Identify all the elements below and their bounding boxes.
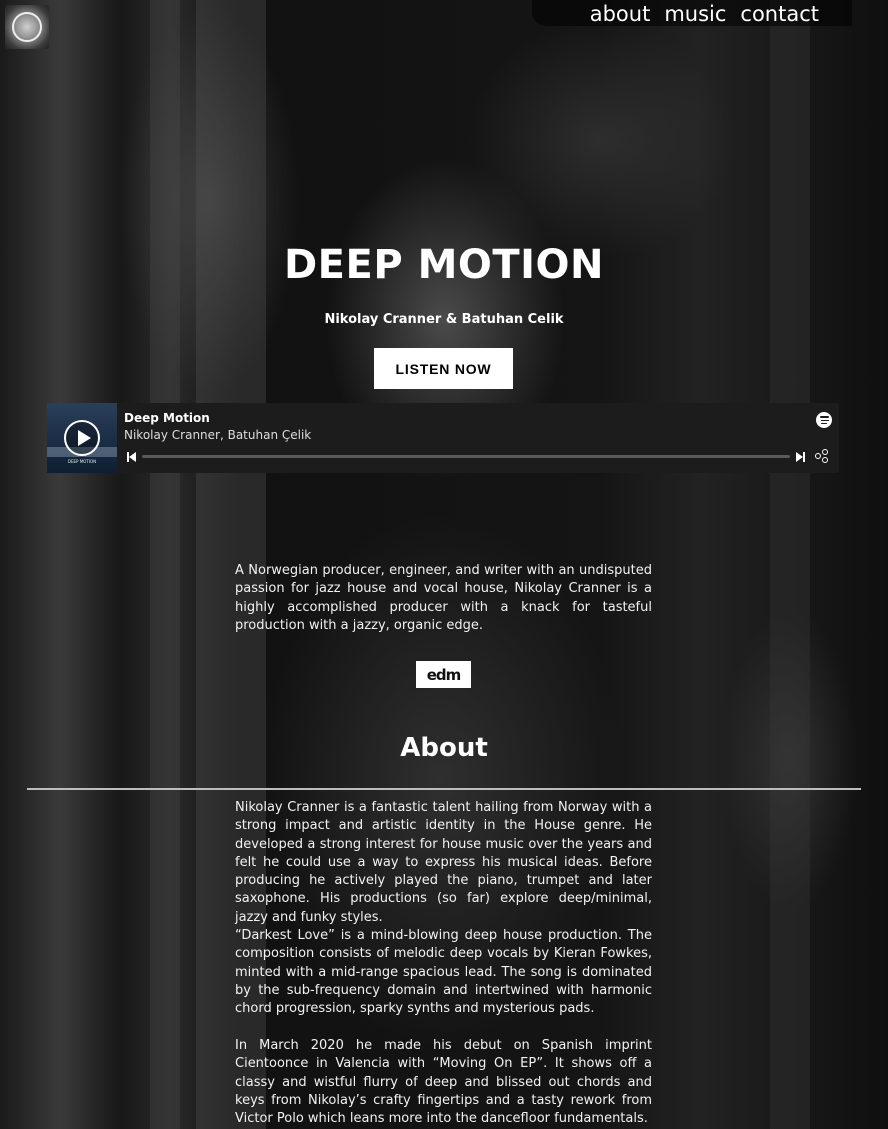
- edm-logo-text: edm: [426, 665, 462, 684]
- progress-bar[interactable]: [142, 455, 790, 458]
- page-title: DEEP MOTION: [283, 242, 605, 288]
- logo-emblem-icon: [12, 12, 42, 42]
- share-icon[interactable]: [815, 449, 829, 463]
- about-paragraph: “Darkest Love” is a mind-blowing deep ho…: [235, 928, 652, 1017]
- nav-link-about[interactable]: about: [590, 2, 651, 26]
- section-divider: [27, 788, 861, 790]
- track-artists[interactable]: Nikolay Cranner, Batuhan Çelik: [124, 428, 311, 442]
- edm-press-logo[interactable]: edm: [416, 661, 471, 688]
- play-icon[interactable]: [64, 420, 100, 456]
- track-title[interactable]: Deep Motion: [124, 411, 210, 425]
- nav-link-contact[interactable]: contact: [740, 2, 819, 26]
- about-paragraph: Nikolay Cranner is a fantastic talent ha…: [235, 800, 652, 925]
- site-logo[interactable]: [5, 5, 49, 49]
- background-wall-stripe: [770, 0, 810, 1129]
- spotify-icon[interactable]: [816, 412, 832, 428]
- background-wall-stripe: [150, 0, 180, 1129]
- about-heading: About: [400, 733, 488, 763]
- artist-credit: Nikolay Cranner & Batuhan Celik: [324, 312, 564, 327]
- nav-link-music[interactable]: music: [664, 2, 726, 26]
- listen-now-button[interactable]: LISTEN NOW: [374, 348, 513, 389]
- next-icon[interactable]: [796, 452, 806, 462]
- main-nav: about music contact: [590, 2, 819, 26]
- previous-icon[interactable]: [127, 452, 137, 462]
- album-cover: DEEP MOTION: [47, 403, 117, 473]
- intro-text: A Norwegian producer, engineer, and writ…: [235, 563, 652, 633]
- about-paragraph: In March 2020 he made his debut on Spani…: [235, 1038, 652, 1127]
- spotify-player: DEEP MOTION Deep Motion Nikolay Cranner,…: [47, 403, 839, 473]
- cover-title: DEEP MOTION: [67, 459, 97, 464]
